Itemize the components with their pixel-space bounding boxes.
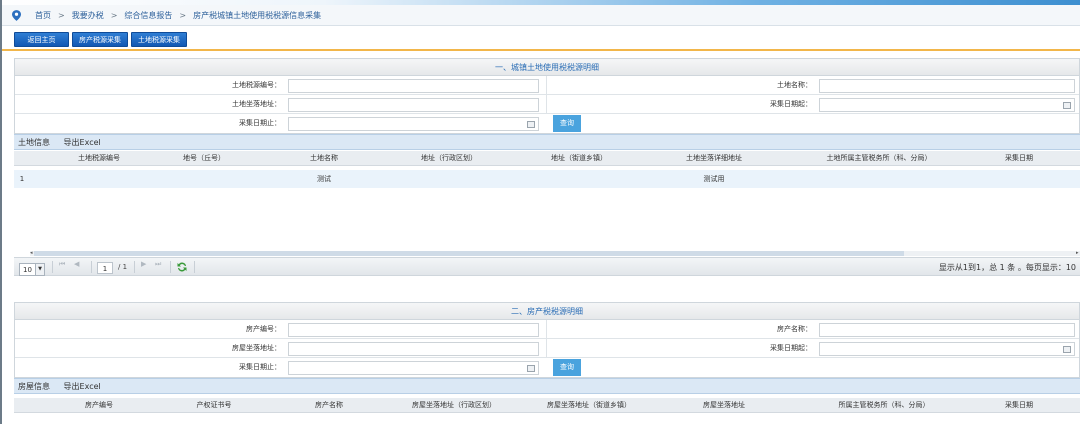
house-date-from-input[interactable] bbox=[819, 342, 1075, 356]
land-form-row-2: 土地坐落地址： 采集日期起： bbox=[15, 95, 1079, 114]
page-size-select[interactable]: 10 ▼ bbox=[19, 263, 45, 276]
column-header[interactable]: 房产编号 bbox=[59, 398, 139, 413]
house-form-row-1: 房产编号： 房产名称： bbox=[15, 320, 1079, 339]
next-page-icon[interactable]: ▶ bbox=[141, 260, 146, 268]
pager-divider bbox=[91, 261, 92, 273]
house-form-row-2: 房屋坐落地址： 采集日期起： bbox=[15, 339, 1079, 358]
left-border bbox=[0, 0, 2, 424]
house-name-label: 房产名称： bbox=[777, 325, 812, 333]
divider bbox=[2, 49, 1080, 51]
land-date-from-label: 采集日期起： bbox=[770, 100, 812, 108]
column-header[interactable]: 地号（丘号） bbox=[164, 151, 244, 166]
land-source-no-input[interactable] bbox=[288, 79, 539, 93]
calendar-icon[interactable] bbox=[1063, 346, 1071, 353]
home-button[interactable]: 返回主页 bbox=[14, 32, 69, 47]
column-header[interactable]: 采集日期 bbox=[989, 398, 1049, 413]
column-header[interactable]: 房屋坐落地址 bbox=[674, 398, 774, 413]
land-query-button[interactable]: 查询 bbox=[553, 115, 581, 132]
detail-address-cell: 测试用 bbox=[703, 175, 725, 183]
land-form-row-3: 采集日期止： 查询 bbox=[15, 114, 1079, 133]
calendar-icon[interactable] bbox=[527, 365, 535, 372]
land-query-panel: 一、城镇土地使用税税源明细 土地税源编号： 土地名称： 土地坐落地址： 采集日期… bbox=[14, 58, 1080, 134]
house-export-excel-button[interactable]: 导出Excel bbox=[64, 382, 101, 391]
column-header[interactable]: 地址（街道乡镇） bbox=[529, 151, 629, 166]
house-query-panel: 二、房产税税源明细 房产编号： 房产名称： 房屋坐落地址： 采集日期起： 采集日… bbox=[14, 302, 1080, 378]
house-no-input[interactable] bbox=[288, 323, 539, 337]
pager-divider bbox=[134, 261, 135, 273]
page-size-value: 10 bbox=[23, 266, 32, 274]
house-section-title: 二、房产税税源明细 bbox=[15, 303, 1079, 320]
house-date-to-input[interactable] bbox=[288, 361, 539, 375]
house-no-label: 房产编号： bbox=[246, 325, 281, 333]
house-query-button[interactable]: 查询 bbox=[553, 359, 581, 376]
land-date-to-input[interactable] bbox=[288, 117, 539, 131]
land-location-label: 土地坐落地址： bbox=[232, 100, 281, 108]
column-header[interactable]: 地址（行政区划） bbox=[394, 151, 504, 166]
horizontal-scrollbar[interactable]: ◂ ▸ bbox=[30, 251, 1080, 256]
breadcrumb: 首页 > 我要办税 > 综合信息报告 > 房产税城镇土地使用税税源信息采集 bbox=[2, 5, 1080, 26]
breadcrumb-tax[interactable]: 我要办税 bbox=[72, 10, 104, 21]
column-header[interactable]: 土地名称 bbox=[284, 151, 364, 166]
toolbar: 返回主页 房产税源采集 土地税源采集 bbox=[14, 32, 187, 47]
pager-divider bbox=[52, 261, 53, 273]
land-collect-button[interactable]: 土地税源采集 bbox=[131, 32, 187, 47]
table-row[interactable]: 1 测试 测试用 bbox=[14, 170, 1080, 188]
land-table-header: 土地税源编号 地号（丘号） 土地名称 地址（行政区划） 地址（街道乡镇） 土地坐… bbox=[14, 151, 1080, 166]
column-header[interactable]: 土地所属主管税务所（科、分局） bbox=[804, 151, 954, 166]
land-table-toolbar: 土地信息 导出Excel bbox=[14, 134, 1080, 150]
pagination-info: 显示从1到1，总 1 条 。每页显示：10 bbox=[938, 263, 1076, 272]
location-pin-icon bbox=[12, 9, 21, 21]
scrollbar-thumb[interactable] bbox=[34, 251, 904, 256]
land-date-to-label: 采集日期止： bbox=[239, 119, 281, 127]
house-info-tab[interactable]: 房屋信息 bbox=[18, 382, 50, 391]
land-pager: 10 ▼ ⏮ ◀ 1 / 1 ▶ ⏭ 显示从1到1，总 1 条 。每页显示：10 bbox=[14, 257, 1080, 276]
row-index: 1 bbox=[19, 175, 25, 183]
land-form-row-1: 土地税源编号： 土地名称： bbox=[15, 76, 1079, 95]
breadcrumb-home[interactable]: 首页 bbox=[35, 10, 51, 21]
land-source-no-label: 土地税源编号： bbox=[232, 81, 281, 89]
column-header[interactable]: 房屋坐落地址（行政区划） bbox=[389, 398, 519, 413]
column-header[interactable]: 房产名称 bbox=[289, 398, 369, 413]
column-header[interactable]: 土地坐落详细地址 bbox=[659, 151, 769, 166]
prev-page-icon[interactable]: ◀ bbox=[74, 260, 79, 268]
breadcrumb-separator: > bbox=[58, 10, 65, 20]
first-page-icon[interactable]: ⏮ bbox=[59, 260, 65, 269]
house-table-header: 房产编号 产权证书号 房产名称 房屋坐落地址（行政区划） 房屋坐落地址（街道乡镇… bbox=[14, 398, 1080, 413]
column-header[interactable]: 所属主管税务所（科、分局） bbox=[814, 398, 954, 413]
land-name-cell: 测试 bbox=[317, 175, 331, 183]
house-date-to-label: 采集日期止： bbox=[239, 363, 281, 371]
house-name-input[interactable] bbox=[819, 323, 1075, 337]
house-table-toolbar: 房屋信息 导出Excel bbox=[14, 378, 1080, 394]
page-number-input[interactable]: 1 bbox=[97, 262, 113, 274]
land-section-title: 一、城镇土地使用税税源明细 bbox=[15, 59, 1079, 76]
column-header[interactable]: 土地税源编号 bbox=[54, 151, 144, 166]
house-form-row-3: 采集日期止： 查询 bbox=[15, 358, 1079, 377]
calendar-icon[interactable] bbox=[1063, 102, 1071, 109]
breadcrumb-current: 房产税城镇土地使用税税源信息采集 bbox=[193, 10, 322, 20]
last-page-icon[interactable]: ⏭ bbox=[155, 260, 161, 269]
breadcrumb-separator: > bbox=[110, 10, 118, 20]
breadcrumb-separator: > bbox=[179, 10, 187, 20]
column-header[interactable]: 房屋坐落地址（街道乡镇） bbox=[524, 398, 654, 413]
refresh-icon[interactable] bbox=[176, 261, 188, 273]
house-location-input[interactable] bbox=[288, 342, 539, 356]
scroll-right-icon[interactable]: ▸ bbox=[1076, 251, 1080, 256]
pager-divider bbox=[170, 261, 171, 273]
house-collect-button[interactable]: 房产税源采集 bbox=[72, 32, 128, 47]
calendar-icon[interactable] bbox=[527, 121, 535, 128]
breadcrumb-report[interactable]: 综合信息报告 bbox=[124, 10, 172, 21]
house-date-from-label: 采集日期起： bbox=[770, 344, 812, 352]
total-pages: / 1 bbox=[118, 263, 128, 271]
land-location-input[interactable] bbox=[288, 98, 539, 112]
land-export-excel-button[interactable]: 导出Excel bbox=[64, 138, 101, 147]
chevron-down-icon[interactable]: ▼ bbox=[35, 264, 44, 275]
column-header[interactable]: 产权证书号 bbox=[174, 398, 254, 413]
column-header[interactable]: 采集日期 bbox=[989, 151, 1049, 166]
pager-divider bbox=[194, 261, 195, 273]
house-location-label: 房屋坐落地址： bbox=[232, 344, 281, 352]
land-info-tab[interactable]: 土地信息 bbox=[18, 138, 50, 147]
land-name-label: 土地名称： bbox=[777, 81, 812, 89]
land-date-from-input[interactable] bbox=[819, 98, 1075, 112]
land-name-input[interactable] bbox=[819, 79, 1075, 93]
